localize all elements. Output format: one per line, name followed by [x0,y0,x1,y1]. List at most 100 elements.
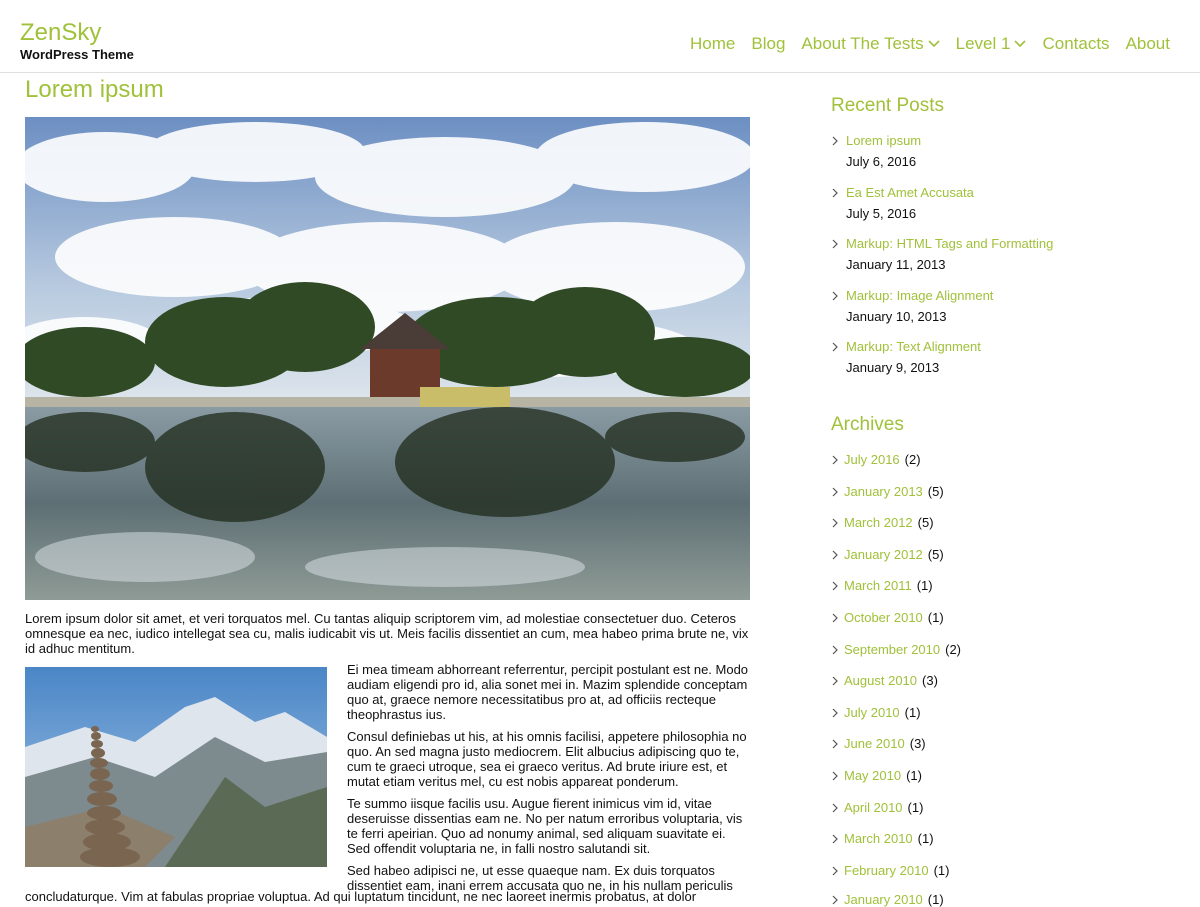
archive-count: (1) [907,800,924,815]
archive-item: October 2010 (1) [831,610,944,625]
nav-about-label: About [1125,34,1170,53]
post-paragraph: Ei mea timeam abhorreant referrentur, pe… [347,662,749,722]
nav-contacts[interactable]: Contacts [1042,34,1109,54]
archive-item: June 2010 (3) [831,736,926,751]
archive-count: (5) [917,515,934,530]
archive-item: July 2010 (1) [831,705,921,720]
recent-post-item: Lorem ipsum July 6, 2016 [831,133,921,169]
chevron-right-icon [832,291,838,300]
archive-link[interactable]: March 2012 [844,515,913,530]
post-paragraph: Te summo iisque facilis usu. Augue fiere… [347,796,743,856]
chevron-down-icon [1014,40,1027,48]
archive-link[interactable]: March 2011 [844,578,912,593]
recent-post-title: Lorem ipsum [846,133,922,148]
recent-post-date: July 5, 2016 [846,206,917,221]
chevron-right-icon [832,188,838,197]
hero-image [25,117,750,600]
recent-post-link[interactable]: Lorem ipsum [831,133,921,148]
archive-link[interactable]: February 2010 [844,863,929,878]
chevron-right-icon [832,645,838,654]
archive-item: February 2010 (1) [831,863,949,878]
recent-post-title: Markup: Text Alignment [846,339,981,354]
chevron-right-icon [832,771,838,780]
chevron-down-icon [928,40,940,48]
site-title[interactable]: ZenSky [20,20,101,46]
archive-count: (1) [927,610,944,625]
archive-link[interactable]: June 2010 [844,736,905,751]
chevron-right-icon [832,866,838,875]
chevron-right-icon [832,455,838,464]
chevron-right-icon [832,676,838,685]
nav-level-1-label: Level 1 [955,34,1011,53]
chevron-right-icon [832,803,838,812]
archive-item: September 2010 (2) [831,642,961,657]
archive-count: (1) [933,863,950,878]
recent-post-title: Markup: HTML Tags and Formatting [846,236,1054,251]
recent-post-link[interactable]: Ea Est Amet Accusata [831,185,974,200]
archive-count: (2) [904,452,921,467]
recent-post-date: January 10, 2013 [846,309,947,324]
nav-home-label: Home [690,34,736,53]
recent-post-date: January 9, 2013 [846,360,940,375]
chevron-right-icon [832,518,838,527]
recent-post-item: Markup: Image Alignment January 10, 2013 [831,288,993,324]
recent-post-link[interactable]: Markup: HTML Tags and Formatting [831,236,1053,251]
post-paragraph: Consul definiebas ut his, at his omnis f… [347,729,747,789]
post-intro: Lorem ipsum dolor sit amet, et veri torq… [25,611,749,656]
post-body-column: Ei mea timeam abhorreant referrentur, pe… [347,662,752,900]
recent-post-date: July 6, 2016 [846,154,917,169]
archive-count: (1) [906,768,922,783]
archive-item: May 2010 (1) [831,768,922,783]
nav-about-the-tests[interactable]: About The Tests [801,34,940,54]
archive-link[interactable]: January 2013 [844,484,923,499]
chevron-right-icon [832,136,838,145]
archive-item: July 2016 (2) [831,452,921,467]
recent-post-item: Markup: HTML Tags and Formatting January… [831,236,1053,272]
archive-link[interactable]: August 2010 [844,673,917,688]
nav-level-1[interactable]: Level 1 [956,34,1027,54]
site-header: ZenSky WordPress Theme Home Blog About T… [0,0,1200,73]
nav-contacts-label: Contacts [1042,34,1110,53]
recent-post-link[interactable]: Markup: Image Alignment [831,288,993,303]
recent-post-item: Markup: Text Alignment January 9, 2013 [831,339,981,375]
archive-link[interactable]: May 2010 [844,768,901,783]
archive-link[interactable]: April 2010 [844,800,903,815]
chevron-right-icon [832,581,838,590]
chevron-right-icon [832,739,838,748]
recent-post-date: January 11, 2013 [846,257,946,272]
post-paragraph-continued: concludaturque. Vim at fabulas propriae … [25,889,697,904]
archive-count: (1) [904,705,921,720]
archive-link[interactable]: October 2010 [844,610,923,625]
archive-link[interactable]: July 2016 [844,452,900,467]
recent-posts-heading: Recent Posts [831,95,944,116]
archive-item: August 2010 (3) [831,673,938,688]
chevron-right-icon [832,834,838,843]
nav-blog[interactable]: Blog [751,34,785,54]
nav-blog-label: Blog [751,34,786,53]
archive-count: (3) [909,736,926,751]
main-nav: Home Blog About The Tests Level 1 Contac… [690,34,1170,54]
mountain-image [25,667,327,867]
archive-item: January 2013 (5) [831,484,944,499]
chevron-right-icon [832,487,838,496]
chevron-right-icon [832,342,838,351]
nav-about[interactable]: About [1126,34,1170,54]
archive-item: March 2012 (5) [831,515,934,530]
archive-link[interactable]: September 2010 [844,642,940,657]
nav-about-the-tests-label: About The Tests [801,34,924,53]
archive-item: March 2010 (1) [831,831,934,846]
archive-count: (1) [916,578,933,593]
archive-link[interactable]: January 2012 [844,547,923,562]
archive-count: (2) [945,642,962,657]
nav-home[interactable]: Home [690,34,735,54]
archive-link[interactable]: March 2010 [844,831,913,846]
archive-item: January 2012 (5) [831,547,944,562]
recent-post-item: Ea Est Amet Accusata July 5, 2016 [831,185,974,221]
chevron-right-icon [832,708,838,717]
archives-heading: Archives [831,414,904,435]
recent-post-title: Ea Est Amet Accusata [846,185,974,200]
archive-item: April 2010 (1) [831,800,923,815]
archive-link[interactable]: July 2010 [844,705,900,720]
recent-post-link[interactable]: Markup: Text Alignment [831,339,981,354]
recent-post-title: Markup: Image Alignment [846,288,994,303]
